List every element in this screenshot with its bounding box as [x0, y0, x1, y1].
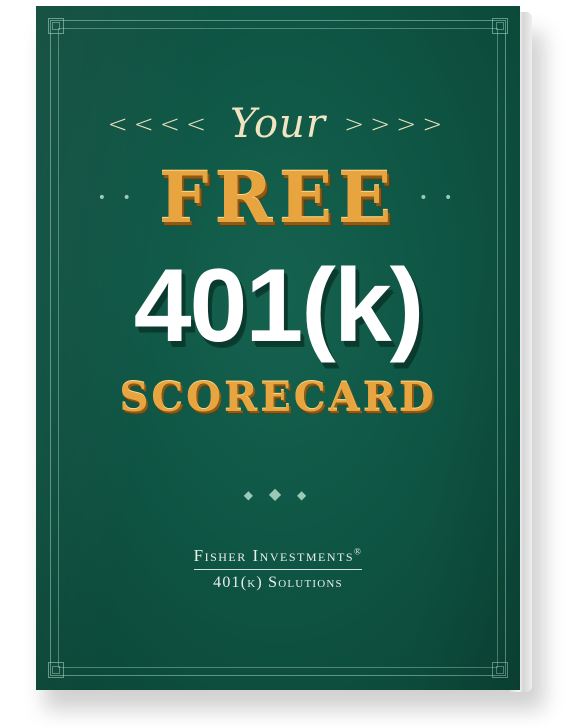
free-text: FREE [158, 156, 398, 239]
corner-ornament [488, 14, 512, 38]
your-text: Your [230, 101, 326, 147]
corner-ornament [488, 658, 512, 682]
corner-ornament [44, 658, 68, 682]
booklet-cover: <<<< Your >>>> • • FREE • • 401(k) SCORE… [36, 6, 520, 690]
cover-subtitle: SCORECARD [119, 374, 437, 421]
dots-left-icon: • • [97, 190, 137, 206]
free-row: • • FREE • • [36, 158, 520, 238]
brand-name: Fisher Investments® [193, 546, 363, 570]
dots-right-icon: • • [419, 190, 459, 206]
chevrons-left: <<<< [107, 110, 213, 138]
your-row: <<<< Your >>>> [36, 101, 520, 147]
cover-title: 401(k) [133, 248, 425, 364]
corner-ornament [44, 14, 68, 38]
brand-subtitle: 401(k) Solutions [213, 574, 343, 591]
chevrons-right: >>>> [343, 110, 449, 138]
brand-name-text: Fisher Investments [193, 546, 355, 565]
diamond-ornament-icon: ◆ ◆ ◆ [243, 484, 313, 503]
registered-mark: ® [354, 546, 363, 557]
brand-block: Fisher Investments® 401(k) Solutions [36, 546, 520, 592]
